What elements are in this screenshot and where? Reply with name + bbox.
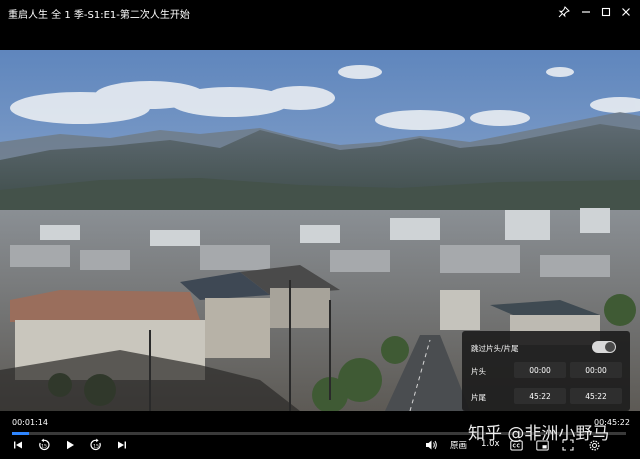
volume-icon[interactable]: [422, 436, 440, 454]
rewind-15-icon[interactable]: 15: [35, 436, 53, 454]
previous-episode-icon[interactable]: [9, 436, 27, 454]
skip-intro-outro-panel: 跳过片头/片尾 片头 00:00 00:00 片尾 45:22 45:22: [462, 331, 630, 411]
total-time: 00:45:22: [594, 418, 630, 427]
outro-label: 片尾: [471, 393, 486, 402]
play-icon[interactable]: [61, 436, 79, 454]
outro-start-field[interactable]: 45:22: [514, 388, 566, 404]
maximize-icon[interactable]: [598, 4, 614, 20]
svg-text:15: 15: [41, 444, 47, 450]
watermark: 知乎 @非洲小野马: [468, 424, 610, 444]
skip-toggle[interactable]: [592, 341, 616, 353]
svg-text:15: 15: [93, 444, 99, 450]
outro-end-field[interactable]: 45:22: [570, 388, 622, 404]
intro-end-field[interactable]: 00:00: [570, 362, 622, 378]
toggle-knob: [605, 342, 615, 352]
pin-icon[interactable]: [556, 4, 572, 20]
current-time: 00:01:14: [12, 418, 48, 427]
intro-start-field[interactable]: 00:00: [514, 362, 566, 378]
intro-label: 片头: [471, 367, 486, 376]
window-title: 重启人生 全 1 季-S1:E1-第二次人生开始: [8, 10, 190, 21]
forward-15-icon[interactable]: 15: [87, 436, 105, 454]
progress-fill: [12, 432, 29, 435]
next-episode-icon[interactable]: [113, 436, 131, 454]
minimize-icon[interactable]: [578, 4, 594, 20]
title-bar: 重启人生 全 1 季-S1:E1-第二次人生开始: [0, 0, 640, 24]
skip-panel-title: 跳过片头/片尾: [471, 344, 519, 353]
close-icon[interactable]: [618, 4, 634, 20]
quality-button[interactable]: 原画: [450, 439, 467, 451]
